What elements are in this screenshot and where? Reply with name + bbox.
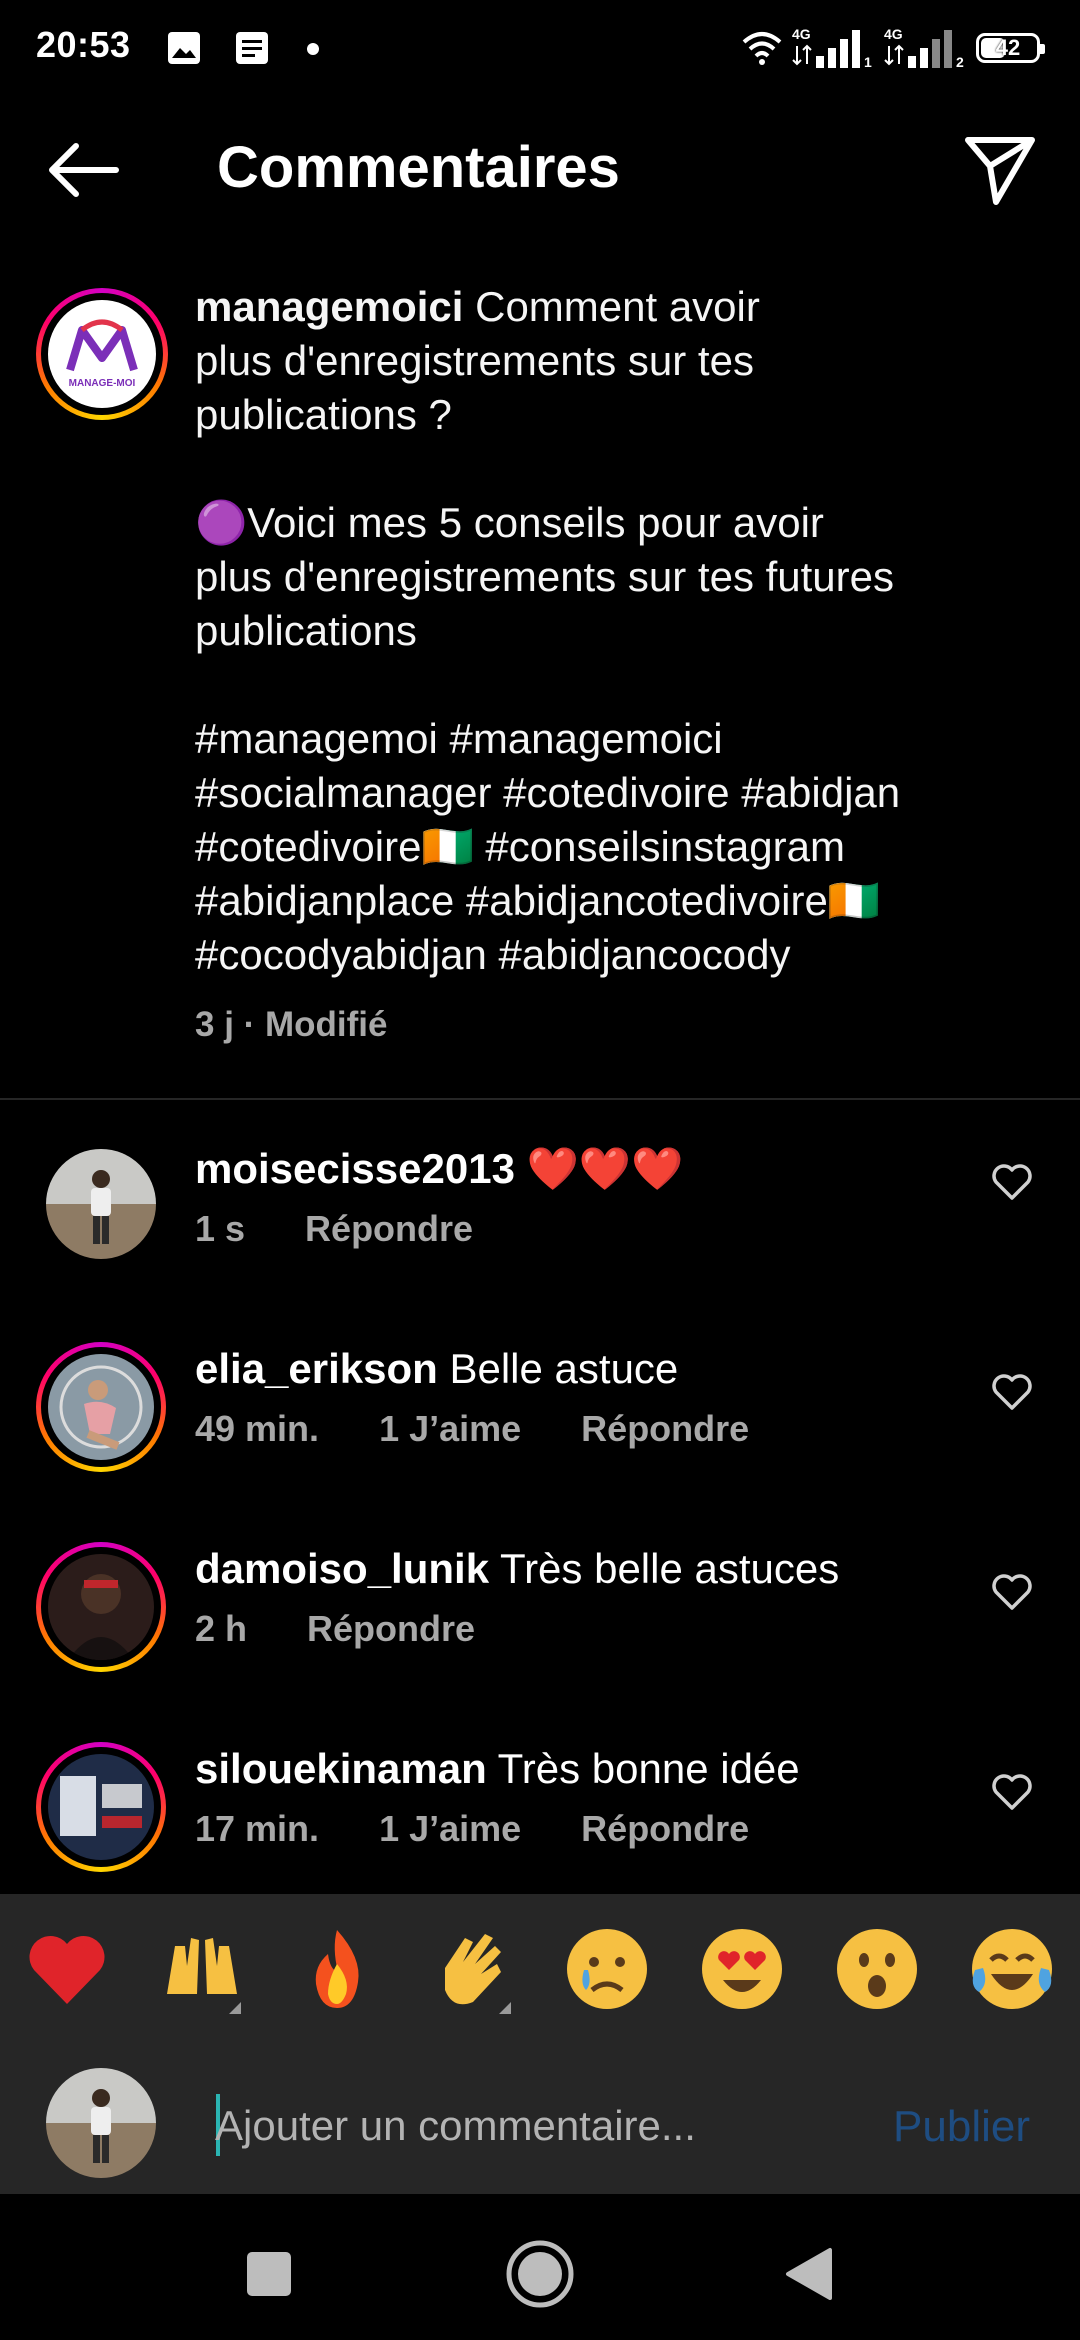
comment-time: 49 min.: [195, 1408, 320, 1449]
reply-button[interactable]: Répondre: [581, 1808, 749, 1850]
comment-text: silouekinaman Très bonne idée: [195, 1742, 800, 1796]
recents-square-icon[interactable]: [229, 2234, 309, 2314]
reply-button[interactable]: Répondre: [307, 1608, 475, 1650]
comment-body: Très belle astuces: [489, 1545, 840, 1592]
fire-emoji-button[interactable]: [292, 1924, 382, 2014]
caption-line: publications: [195, 607, 417, 654]
user-photo-icon: [48, 1554, 154, 1660]
user-photo-icon: [46, 1149, 156, 1259]
caption-line: Comment avoir: [463, 283, 760, 330]
hashtag-line[interactable]: #cotedivoire🇨🇮 #conseilsinstagram: [195, 820, 1015, 874]
heart-eyes-emoji-button[interactable]: [697, 1924, 787, 2014]
comment-text: moisecisse2013 ❤️❤️❤️: [195, 1142, 683, 1196]
heart-emoji-button[interactable]: [22, 1924, 112, 2014]
signal-sim2-icon: 4G 2: [884, 26, 968, 70]
caption-line: plus d'enregistrements sur tes futures: [195, 553, 895, 600]
heart-outline-icon[interactable]: [984, 1764, 1040, 1820]
caption-avatar[interactable]: MANAGE-MOI: [36, 288, 168, 420]
heart-outline-icon[interactable]: [984, 1154, 1040, 1210]
comment-time: 2 h: [195, 1608, 248, 1649]
caption-text: managemoici Comment avoir plus d'enregis…: [195, 280, 1015, 982]
caption-line: publications ?: [195, 391, 452, 438]
comment-item: moisecisse2013 ❤️❤️❤️ 1 s Répondre: [0, 1142, 1080, 1322]
current-user-avatar: [46, 2068, 156, 2178]
surprised-face-emoji-button[interactable]: [832, 1924, 922, 2014]
raising-hands-emoji-button[interactable]: [157, 1924, 247, 2014]
comment-meta: 2 h Répondre: [195, 1608, 475, 1650]
page-title: Commentaires: [217, 135, 620, 200]
caption-meta: 3 j · Modifié: [195, 1005, 388, 1044]
caption-line: plus d'enregistrements sur tes: [195, 337, 754, 384]
share-direct-icon[interactable]: [960, 130, 1040, 210]
comment-text: damoiso_lunik Très belle astuces: [195, 1542, 839, 1596]
comment-avatar[interactable]: [36, 1742, 166, 1872]
comment-item: damoiso_lunik Très belle astuces 2 h Rép…: [0, 1542, 1080, 1722]
network-type-1: 4G: [792, 26, 811, 42]
status-time: 20:53: [36, 24, 131, 65]
svg-text:MANAGE-MOI: MANAGE-MOI: [69, 378, 136, 389]
caption-line: [195, 442, 1015, 496]
caption-line: 🟣Voici mes 5 conseils pour avoir: [195, 499, 824, 546]
sim-2-label: 2: [956, 54, 964, 70]
comment-body: Belle astuce: [437, 1345, 679, 1392]
caption-username[interactable]: managemoici: [195, 283, 463, 330]
network-type-2: 4G: [884, 26, 903, 42]
heart-outline-icon[interactable]: [984, 1364, 1040, 1420]
message-notification-icon: [236, 32, 268, 64]
heart-outline-icon[interactable]: [984, 1564, 1040, 1620]
more-notifications-dot-icon: [307, 43, 319, 55]
back-arrow-icon[interactable]: [44, 140, 124, 200]
back-triangle-icon[interactable]: [770, 2234, 850, 2314]
hashtag-line[interactable]: #socialmanager #cotedivoire #abidjan: [195, 766, 1015, 820]
comment-composer: Ajouter un commentaire... Publier: [0, 2054, 1080, 2194]
comment-text: elia_erikson Belle astuce: [195, 1342, 678, 1396]
battery-level: 42: [995, 35, 1021, 60]
comment-meta: 17 min. 1 J’aime Répondre: [195, 1808, 749, 1850]
comment-username[interactable]: moisecisse2013: [195, 1145, 515, 1192]
gallery-notification-icon: [168, 32, 200, 64]
comment-avatar[interactable]: [36, 1542, 166, 1672]
user-photo-icon: [48, 1754, 154, 1860]
home-circle-icon[interactable]: [500, 2234, 580, 2314]
battery-icon: 42: [976, 33, 1045, 63]
sim-1-label: 1: [864, 54, 872, 70]
comment-avatar[interactable]: [46, 1149, 156, 1259]
publish-button[interactable]: Publier: [893, 2102, 1030, 2152]
tears-of-joy-emoji-button[interactable]: [967, 1924, 1057, 2014]
hashtag-line[interactable]: #abidjanplace #abidjancotedivoire🇨🇮: [195, 874, 1015, 928]
status-bar: 20:53 4G 1 4G 2 42: [0, 0, 1080, 96]
comment-time: 17 min.: [195, 1808, 320, 1849]
reply-button[interactable]: Répondre: [581, 1408, 749, 1450]
comment-body: ❤️❤️❤️: [514, 1145, 684, 1192]
managemoi-logo-icon: MANAGE-MOI: [66, 319, 138, 389]
comment-item: elia_erikson Belle astuce 49 min. 1 J’ai…: [0, 1342, 1080, 1522]
reply-button[interactable]: Répondre: [305, 1208, 473, 1250]
emoji-reaction-bar: ❤️ 🙌 🔥 👏 😢 😍 😮 😂: [0, 1894, 1080, 2054]
header: Commentaires: [0, 110, 1080, 220]
comment-meta: 49 min. 1 J’aime Répondre: [195, 1408, 749, 1450]
comment-username[interactable]: damoiso_lunik: [195, 1545, 489, 1592]
signal-sim1-icon: 4G 1: [792, 26, 876, 70]
comment-likes[interactable]: 1 J’aime: [379, 1808, 521, 1850]
wifi-icon: [742, 32, 782, 65]
clapping-hands-emoji-button[interactable]: [427, 1924, 517, 2014]
system-navigation-bar: [0, 2194, 1080, 2340]
user-photo-icon: [48, 1354, 154, 1460]
comment-input[interactable]: Ajouter un commentaire...: [215, 2102, 696, 2150]
comment-avatar[interactable]: [36, 1342, 166, 1472]
crying-face-emoji-button[interactable]: [562, 1924, 652, 2014]
comment-meta: 1 s Répondre: [195, 1208, 473, 1250]
user-photo-icon: [46, 2068, 156, 2178]
hashtag-line[interactable]: #managemoi #managemoici: [195, 712, 1015, 766]
comment-body: Très bonne idée: [486, 1745, 800, 1792]
comment-time: 1 s: [195, 1208, 246, 1249]
divider: [0, 1098, 1080, 1100]
hashtag-line[interactable]: #cocodyabidjan #abidjancocody: [195, 928, 1015, 982]
caption-line: [195, 658, 1015, 712]
status-icons: 4G 1 4G 2 42: [740, 24, 1045, 72]
comment-username[interactable]: silouekinaman: [195, 1745, 487, 1792]
comment-username[interactable]: elia_erikson: [195, 1345, 438, 1392]
comment-likes[interactable]: 1 J’aime: [379, 1408, 521, 1450]
